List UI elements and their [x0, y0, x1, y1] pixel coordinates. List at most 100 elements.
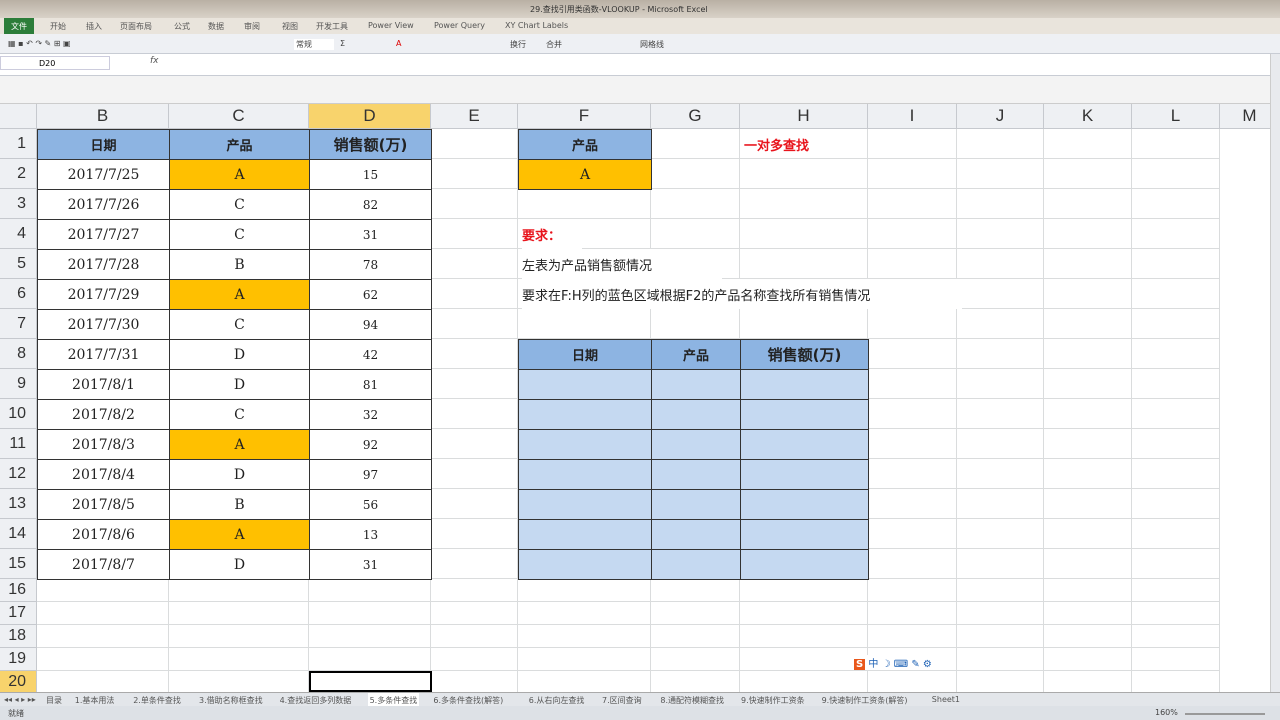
cell[interactable]: [1132, 249, 1220, 279]
cell[interactable]: [651, 159, 740, 189]
date-cell[interactable]: 2017/8/7: [37, 549, 170, 580]
cell[interactable]: [740, 648, 868, 671]
sum-icon[interactable]: Σ: [340, 39, 345, 48]
cell[interactable]: [957, 339, 1044, 369]
sheet-tab[interactable]: 3.借助名称框查找: [199, 695, 263, 706]
result-cell[interactable]: [651, 489, 741, 520]
row-header-8[interactable]: 8: [0, 339, 37, 369]
cell[interactable]: [868, 129, 957, 159]
result-cell[interactable]: [740, 519, 869, 550]
result-header[interactable]: 销售额(万): [740, 339, 869, 370]
product-cell[interactable]: C: [169, 309, 310, 340]
cell[interactable]: [431, 602, 518, 625]
ribbon-tab-4[interactable]: 公式: [174, 21, 190, 32]
cell[interactable]: [1132, 189, 1220, 219]
lookup-value-input[interactable]: A: [518, 159, 652, 190]
cell[interactable]: [431, 369, 518, 399]
ribbon-tab-6[interactable]: 审阅: [244, 21, 260, 32]
cell[interactable]: [1044, 459, 1132, 489]
number-format-select[interactable]: 常规: [294, 39, 334, 50]
cell[interactable]: [957, 309, 1044, 339]
sheet-tab[interactable]: 6.从右向左查找: [529, 695, 585, 706]
product-cell[interactable]: C: [169, 399, 310, 430]
cell[interactable]: [37, 671, 169, 694]
result-cell[interactable]: [518, 399, 652, 430]
cell[interactable]: [431, 339, 518, 369]
result-cell[interactable]: [740, 459, 869, 490]
sales-cell[interactable]: 81: [309, 369, 432, 400]
cell[interactable]: [957, 519, 1044, 549]
sales-cell[interactable]: 32: [309, 399, 432, 430]
product-cell[interactable]: A: [169, 519, 310, 550]
cell[interactable]: [957, 159, 1044, 189]
cell[interactable]: [868, 339, 957, 369]
merge-checkbox[interactable]: 合并: [546, 39, 562, 50]
cell[interactable]: [1044, 219, 1132, 249]
date-cell[interactable]: 2017/8/4: [37, 459, 170, 490]
cell[interactable]: [957, 369, 1044, 399]
column-header-F[interactable]: F: [518, 104, 651, 129]
date-cell[interactable]: 2017/8/3: [37, 429, 170, 460]
result-cell[interactable]: [518, 489, 652, 520]
ribbon-tab-2[interactable]: 插入: [86, 21, 102, 32]
product-cell[interactable]: A: [169, 429, 310, 460]
cell[interactable]: [868, 459, 957, 489]
cell[interactable]: [957, 219, 1044, 249]
sheet-tab[interactable]: 6.多条件查找(解答): [433, 695, 503, 706]
cell[interactable]: [957, 189, 1044, 219]
table-header[interactable]: 产品: [169, 129, 310, 160]
cell[interactable]: [651, 671, 740, 694]
product-cell[interactable]: D: [169, 339, 310, 370]
table-header[interactable]: 销售额(万): [309, 129, 432, 160]
cell[interactable]: [1132, 671, 1220, 694]
sheet-tab[interactable]: 9.快速制作工资条: [741, 695, 805, 706]
cell[interactable]: [868, 219, 957, 249]
row-header-18[interactable]: 18: [0, 625, 37, 648]
date-cell[interactable]: 2017/7/27: [37, 219, 170, 250]
cell[interactable]: [957, 489, 1044, 519]
cell[interactable]: [1132, 625, 1220, 648]
date-cell[interactable]: 2017/8/6: [37, 519, 170, 550]
cell[interactable]: [1044, 579, 1132, 602]
column-header-G[interactable]: G: [651, 104, 740, 129]
column-header-D[interactable]: D: [309, 104, 431, 129]
result-cell[interactable]: [651, 429, 741, 460]
result-cell[interactable]: [651, 459, 741, 490]
row-header-1[interactable]: 1: [0, 129, 37, 159]
date-cell[interactable]: 2017/8/1: [37, 369, 170, 400]
row-header-10[interactable]: 10: [0, 399, 37, 429]
cell[interactable]: [740, 671, 868, 694]
cell[interactable]: [868, 671, 957, 694]
product-cell[interactable]: A: [169, 159, 310, 190]
cell[interactable]: [1044, 369, 1132, 399]
cell[interactable]: [1132, 159, 1220, 189]
cell[interactable]: [1132, 579, 1220, 602]
cell[interactable]: [431, 159, 518, 189]
cell[interactable]: [957, 129, 1044, 159]
gridlines-checkbox[interactable]: 网格线: [640, 39, 664, 50]
row-header-4[interactable]: 4: [0, 219, 37, 249]
cell[interactable]: [868, 189, 957, 219]
cell[interactable]: [431, 189, 518, 219]
cell[interactable]: [1132, 519, 1220, 549]
date-cell[interactable]: 2017/7/26: [37, 189, 170, 220]
cell[interactable]: [868, 429, 957, 459]
cell[interactable]: [957, 459, 1044, 489]
date-cell[interactable]: 2017/7/31: [37, 339, 170, 370]
cell[interactable]: [431, 399, 518, 429]
cell[interactable]: [1044, 279, 1132, 309]
tab-nav-arrows[interactable]: ◂◂ ◂ ▸ ▸▸: [4, 695, 36, 704]
cell[interactable]: [1044, 309, 1132, 339]
cell[interactable]: [1044, 625, 1132, 648]
select-all-corner[interactable]: [0, 104, 37, 129]
result-cell[interactable]: [651, 549, 741, 580]
cell[interactable]: [957, 399, 1044, 429]
ribbon-tab-1[interactable]: 开始: [50, 21, 66, 32]
cell[interactable]: [518, 579, 651, 602]
cell[interactable]: [651, 309, 740, 339]
cell[interactable]: [1132, 279, 1220, 309]
cell[interactable]: [518, 309, 651, 339]
product-cell[interactable]: C: [169, 189, 310, 220]
cell[interactable]: [518, 625, 651, 648]
ribbon-tab-10[interactable]: Power Query: [434, 21, 485, 30]
